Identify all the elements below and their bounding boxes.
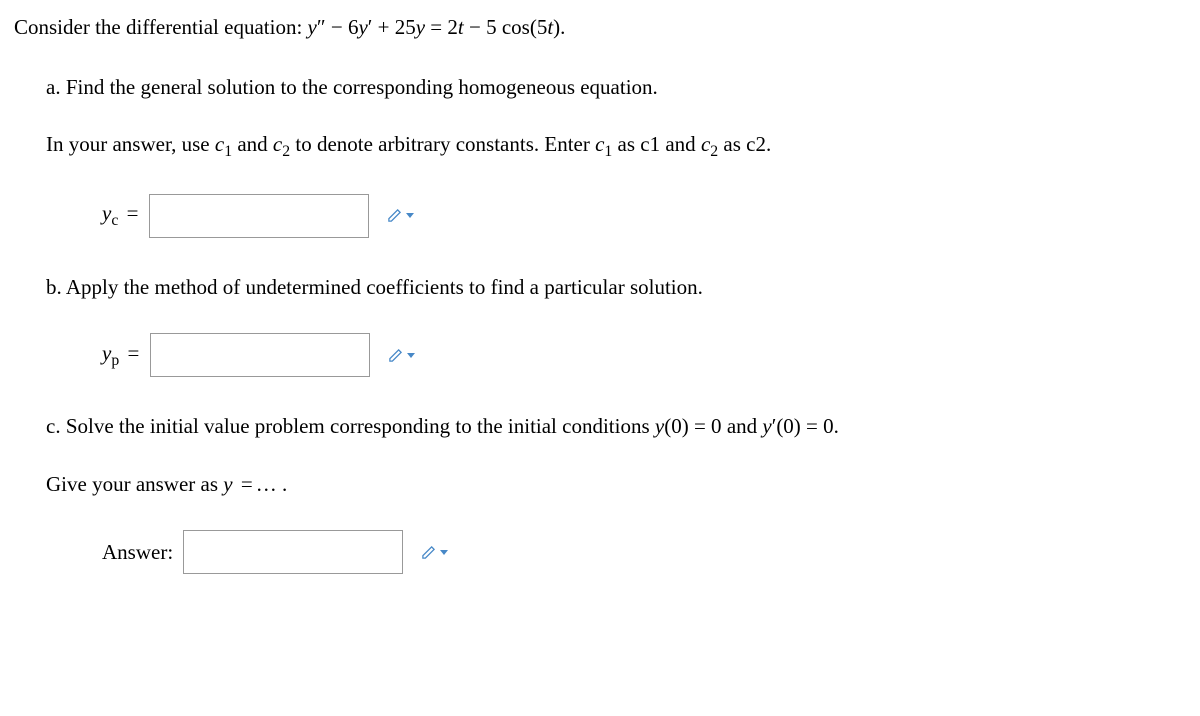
answer-input[interactable]: [192, 542, 415, 563]
pencil-icon: [421, 545, 436, 560]
part-c-label: c.: [46, 414, 66, 438]
yp-input-box[interactable]: [150, 333, 370, 377]
yc-input-box[interactable]: [149, 194, 369, 238]
yp-label: yp =: [102, 338, 142, 373]
pencil-icon: [388, 348, 403, 363]
edit-dropdown-button[interactable]: [387, 208, 414, 223]
part-b-question: b. Apply the method of undetermined coef…: [46, 272, 1186, 304]
part-a-answer-row: yc =: [46, 194, 1186, 238]
part-b: b. Apply the method of undetermined coef…: [14, 272, 1186, 378]
part-a-label: a.: [46, 75, 66, 99]
equation: y″ − 6y′ + 25y = 2t − 5 cos(5t).: [308, 15, 566, 39]
yp-input[interactable]: [159, 345, 382, 366]
pencil-icon: [387, 208, 402, 223]
part-b-text: Apply the method of undetermined coeffic…: [66, 275, 703, 299]
edit-dropdown-button[interactable]: [421, 545, 448, 560]
part-a-text: Find the general solution to the corresp…: [66, 75, 658, 99]
part-c-question: c. Solve the initial value problem corre…: [46, 411, 1186, 443]
part-c-subtext: Give your answer as y =… .: [46, 469, 1186, 501]
chevron-down-icon: [407, 353, 415, 358]
part-a: a. Find the general solution to the corr…: [14, 72, 1186, 238]
part-b-label: b.: [46, 275, 66, 299]
chevron-down-icon: [406, 213, 414, 218]
yc-label: yc =: [102, 198, 141, 233]
part-a-subtext: In your answer, use c1 and c2 to denote …: [46, 129, 1186, 164]
answer-input-box[interactable]: [183, 530, 403, 574]
part-c: c. Solve the initial value problem corre…: [14, 411, 1186, 574]
chevron-down-icon: [440, 550, 448, 555]
part-c-answer-row: Answer:: [46, 530, 1186, 574]
yc-input[interactable]: [158, 205, 381, 226]
edit-dropdown-button[interactable]: [388, 348, 415, 363]
part-b-answer-row: yp =: [46, 333, 1186, 377]
answer-label: Answer:: [102, 537, 173, 569]
part-c-text: Solve the initial value problem correspo…: [66, 414, 839, 438]
part-a-question: a. Find the general solution to the corr…: [46, 72, 1186, 104]
problem-intro: Consider the differential equation: y″ −…: [14, 12, 1186, 44]
intro-prefix: Consider the differential equation:: [14, 15, 308, 39]
